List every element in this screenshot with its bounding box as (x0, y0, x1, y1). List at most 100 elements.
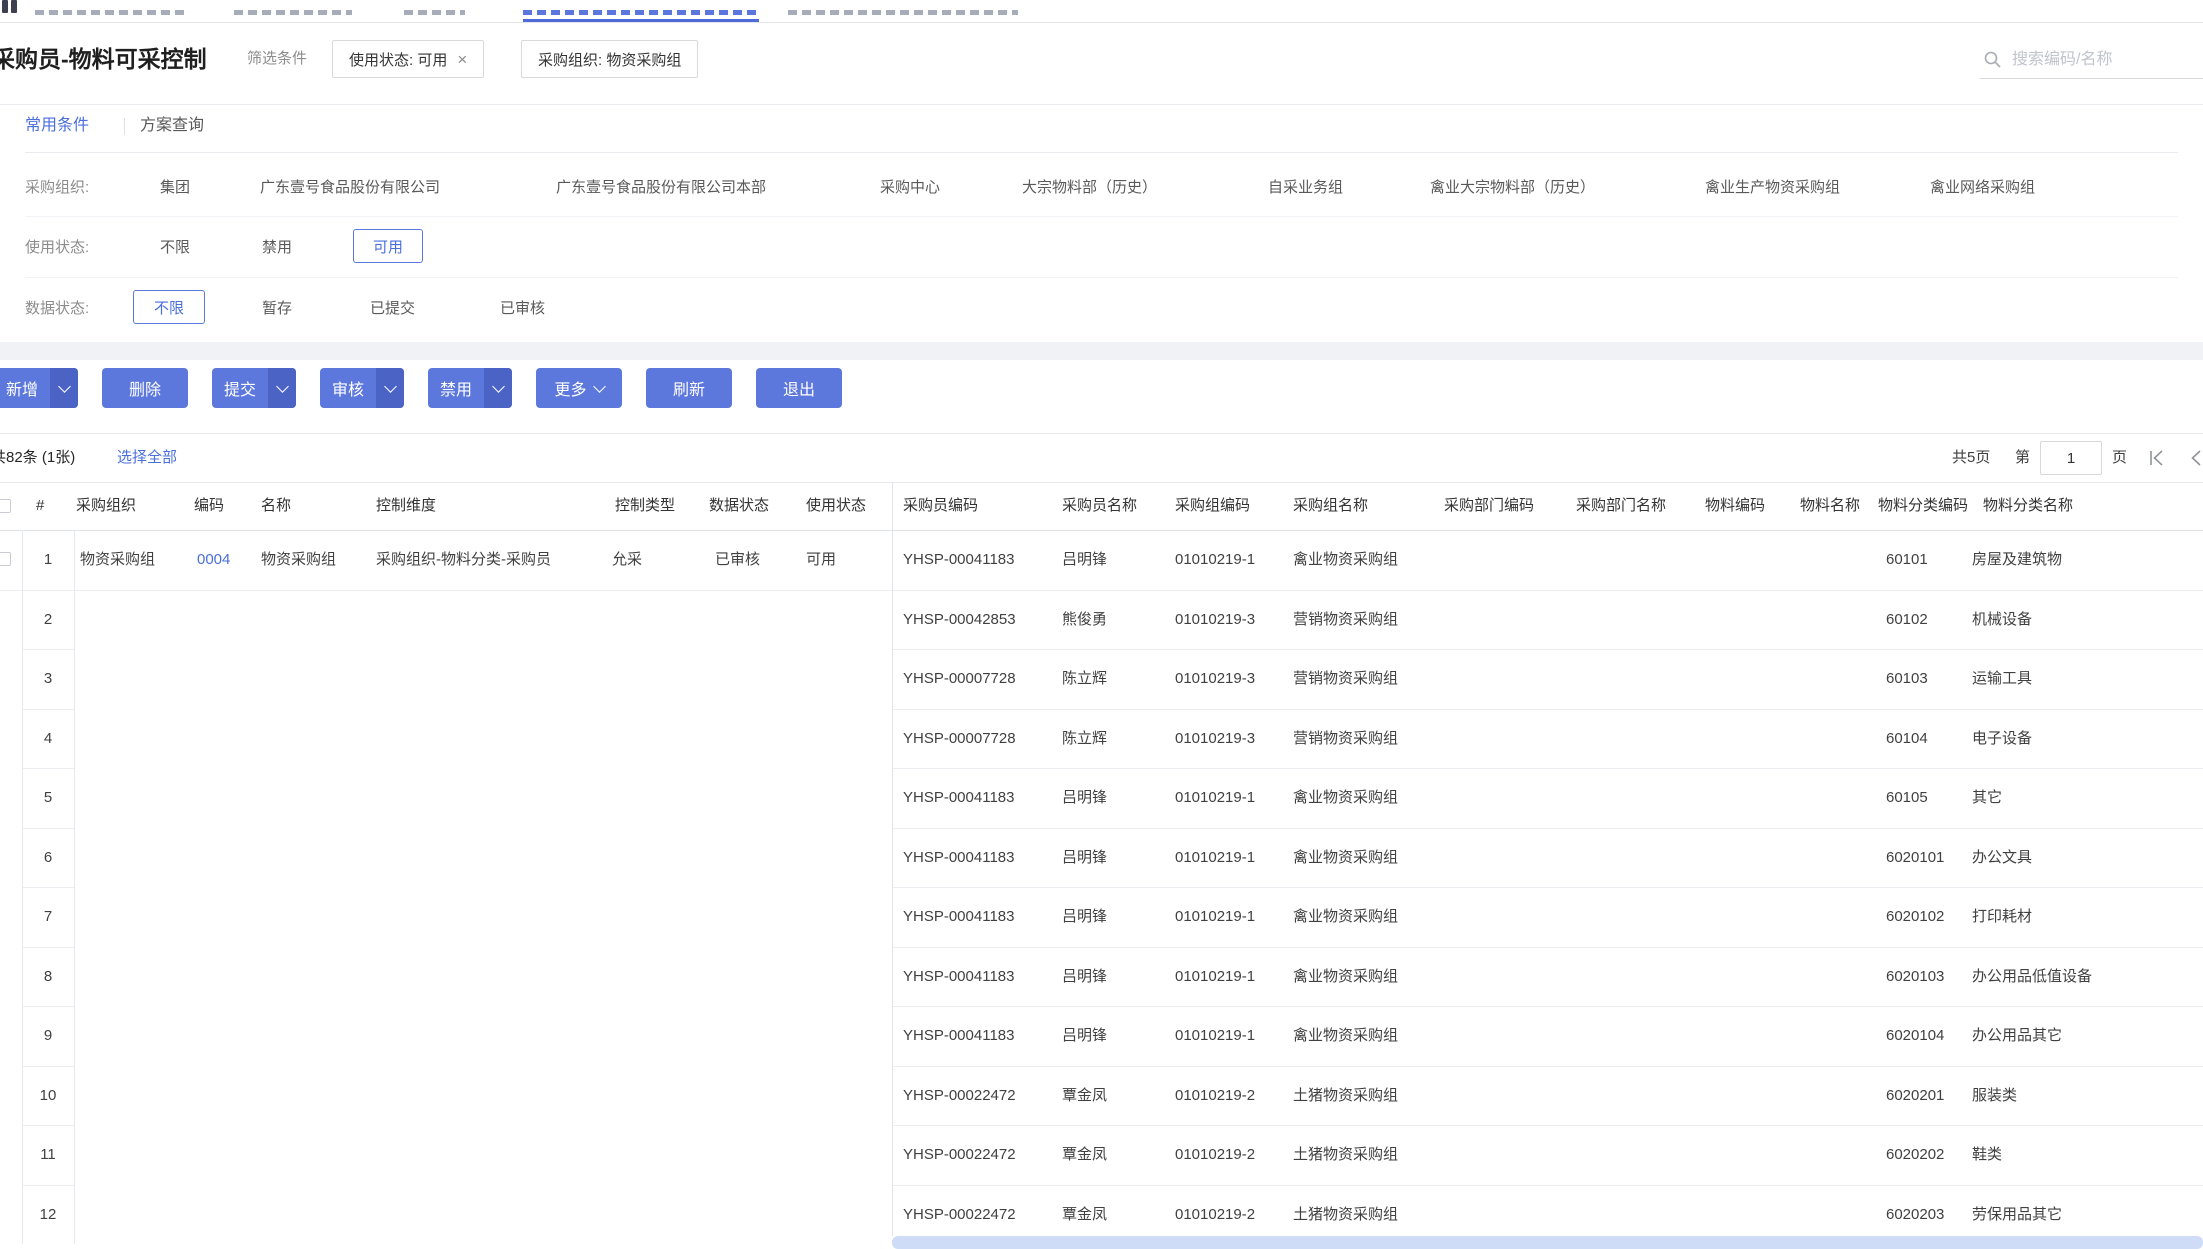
app-window: 采购员-物料可采控制 筛选条件 使用状态: 可用 × 采购组织: 物资采购组 常… (0, 0, 2203, 1249)
button-label: 删除 (129, 376, 161, 400)
button-label: 新增 (0, 376, 50, 400)
cell-group-name: 禽业物资采购组 (1293, 947, 1398, 1007)
condition-option-purchase-org[interactable]: 禽业大宗物料部（历史） (1430, 176, 1595, 197)
column-header-control-dimension: 控制维度 (376, 482, 436, 530)
delete-button[interactable]: 删除 (102, 368, 188, 408)
cell-group-name: 禽业物资采购组 (1293, 768, 1398, 828)
browser-tab[interactable] (404, 10, 465, 15)
condition-option-use-status-selected[interactable]: 可用 (353, 229, 423, 263)
condition-option-purchase-org[interactable]: 大宗物料部（历史） (1022, 176, 1157, 197)
cell-class-name: 房屋及建筑物 (1972, 530, 2062, 590)
condition-option-use-status[interactable]: 不限 (160, 236, 190, 257)
browser-tab[interactable] (234, 10, 352, 15)
add-button[interactable]: 新增 (0, 368, 78, 408)
filter-chip-use-status[interactable]: 使用状态: 可用 × (332, 40, 484, 78)
column-header-index: # (36, 482, 44, 530)
column-header-buyer-code: 采购员编码 (903, 482, 978, 530)
row-index-cell: 1 (22, 530, 74, 590)
column-header-name: 名称 (261, 482, 291, 530)
tab-scheme-query[interactable]: 方案查询 (140, 112, 204, 140)
row-checkbox[interactable] (0, 552, 11, 566)
row-index-cell: 6 (22, 828, 74, 888)
cell-class-code: 60101 (1886, 530, 1928, 590)
chip-close-icon[interactable]: × (457, 51, 467, 68)
filter-chip-label: 采购组织: 物资采购组 (538, 49, 681, 70)
cell-class-name: 打印耗材 (1972, 887, 2032, 947)
button-label: 审核 (320, 376, 376, 400)
chevron-down-icon (58, 380, 71, 393)
page-number-input[interactable] (2040, 441, 2102, 475)
condition-option-purchase-org[interactable]: 集团 (160, 176, 190, 197)
button-label: 退出 (783, 376, 815, 400)
page-suffix: 页 (2112, 433, 2127, 482)
condition-option-data-status-selected[interactable]: 不限 (133, 290, 205, 324)
cell-class-name: 办公用品其它 (1972, 1006, 2062, 1066)
menu-grid-icon[interactable] (2, 0, 19, 13)
cell-group-code: 01010219-1 (1175, 887, 1255, 947)
cell-class-code: 60103 (1886, 649, 1928, 709)
row-index-cell: 8 (22, 947, 74, 1007)
toolbar: 新增 删除 提交审核 禁用更多刷新 退出 (0, 368, 842, 408)
add-dropdown-toggle[interactable] (50, 368, 78, 408)
exit-button[interactable]: 退出 (756, 368, 842, 408)
browser-tab-active[interactable] (523, 10, 759, 15)
condition-option-data-status[interactable]: 已提交 (370, 297, 415, 318)
browser-tab[interactable] (788, 10, 1018, 15)
condition-option-purchase-org[interactable]: 禽业生产物资采购组 (1705, 176, 1840, 197)
column-header-control-type: 控制类型 (615, 482, 675, 530)
column-header-buyer-name: 采购员名称 (1062, 482, 1137, 530)
cell-buyer-code: YHSP-00007728 (903, 649, 1016, 709)
total-pages: 共5页 (1952, 433, 1990, 482)
cell-group-code: 01010219-1 (1175, 1006, 1255, 1066)
filter-chip-label: 使用状态: 可用 (349, 49, 447, 70)
column-header-code: 编码 (194, 482, 224, 530)
disable-button[interactable]: 禁用 (428, 368, 512, 408)
cell-class-name: 电子设备 (1972, 709, 2032, 769)
condition-option-data-status[interactable]: 暂存 (262, 297, 292, 318)
search-box (1980, 42, 2203, 79)
select-all-link[interactable]: 选择全部 (117, 433, 177, 482)
approve-button[interactable]: 审核 (320, 368, 404, 408)
cell-class-name: 办公文具 (1972, 828, 2032, 888)
cell-buyer-name: 陈立辉 (1062, 649, 1107, 709)
filter-chip-purchase-org[interactable]: 采购组织: 物资采购组 (521, 40, 698, 78)
column-header-material-class-code: 物料分类编码 (1878, 482, 1968, 530)
cell-group-name: 营销物资采购组 (1293, 709, 1398, 769)
first-page-icon[interactable] (2148, 450, 2166, 466)
condition-option-purchase-org[interactable]: 广东壹号食品股份有限公司本部 (556, 176, 766, 197)
refresh-button[interactable]: 刷新 (646, 368, 732, 408)
row-index-cell: 7 (22, 887, 74, 947)
filter-conditions-label: 筛选条件 (247, 40, 307, 78)
horizontal-scrollbar[interactable] (892, 1236, 2203, 1249)
condition-option-purchase-org[interactable]: 自采业务组 (1268, 176, 1343, 197)
cell-buyer-code: YHSP-00007728 (903, 709, 1016, 769)
cell-code[interactable]: 0004 (197, 530, 230, 590)
header-select-all-checkbox[interactable] (0, 499, 11, 513)
tab-common-conditions[interactable]: 常用条件 (25, 112, 89, 140)
condition-option-purchase-org[interactable]: 采购中心 (880, 176, 940, 197)
row-index-cell: 3 (22, 649, 74, 709)
row-index-cell: 5 (22, 768, 74, 828)
prev-page-icon[interactable] (2188, 450, 2203, 466)
condition-option-use-status[interactable]: 禁用 (262, 236, 292, 257)
top-tab-bar (0, 0, 2203, 23)
column-header-purchase-dept-code: 采购部门编码 (1444, 482, 1534, 530)
cell-data-status: 已审核 (715, 530, 760, 590)
condition-option-purchase-org[interactable]: 禽业网络采购组 (1930, 176, 2035, 197)
record-count: 共82条 (1张) (0, 433, 75, 482)
cell-buyer-name: 陈立辉 (1062, 709, 1107, 769)
condition-option-data-status[interactable]: 已审核 (500, 297, 545, 318)
search-icon (1983, 50, 2003, 70)
condition-option-purchase-org[interactable]: 广东壹号食品股份有限公司 (260, 176, 440, 197)
condition-option-label: 可用 (373, 236, 403, 257)
browser-tab[interactable] (35, 10, 185, 15)
search-input[interactable] (2010, 45, 2194, 75)
cell-group-code: 01010219-2 (1175, 1125, 1255, 1185)
cell-group-name: 禽业物资采购组 (1293, 1006, 1398, 1066)
cell-buyer-name: 吕明锋 (1062, 887, 1107, 947)
submit-button[interactable]: 提交 (212, 368, 296, 408)
submit-dropdown-toggle[interactable] (268, 368, 296, 408)
more-button[interactable]: 更多 (536, 368, 622, 408)
approve-dropdown-toggle[interactable] (376, 368, 404, 408)
disable-dropdown-toggle[interactable] (484, 368, 512, 408)
